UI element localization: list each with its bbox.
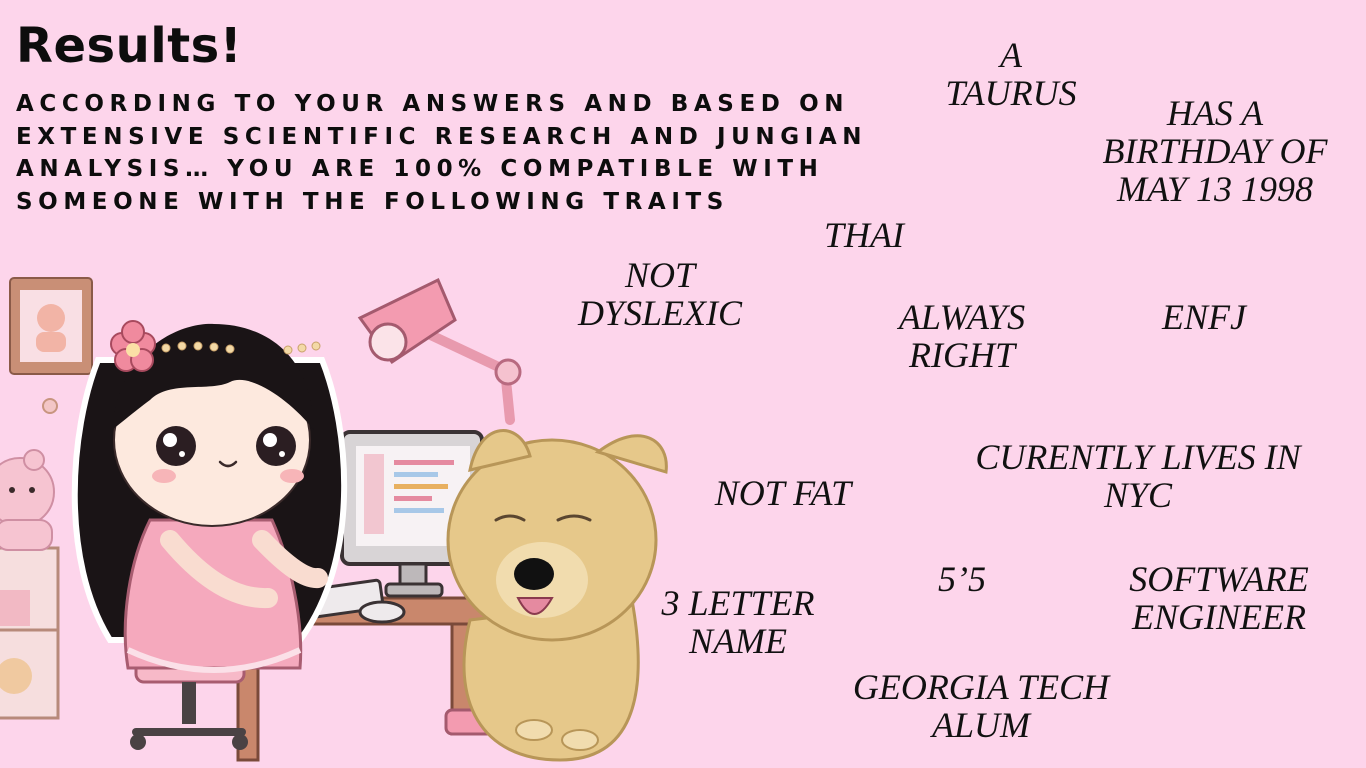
trait-height-label: 5’5	[938, 559, 986, 599]
chibi-girl-illustration	[71, 320, 348, 673]
trait-thai-label: THAI	[824, 215, 904, 255]
trait-school-line-2: ALUM	[932, 705, 1030, 745]
trait-lives-in-line-2: NYC	[1103, 475, 1173, 515]
trait-job: SOFTWARE ENGINEER	[1104, 560, 1334, 636]
trait-not-fat-label: NOT FAT	[714, 473, 852, 513]
wall-frame-icon	[9, 277, 93, 375]
shelf-icon	[0, 449, 60, 720]
hair-flower-icon	[110, 320, 156, 372]
wall-flower-icon	[42, 398, 58, 414]
trait-birthday-line-3: MAY 13 1998	[1116, 169, 1313, 209]
girl-and-dog-illustration	[0, 277, 668, 762]
trait-enfj: ENFJ	[1150, 298, 1258, 336]
trait-taurus-line-2: TAURUS	[945, 73, 1077, 113]
trait-always-right-line-2: RIGHT	[909, 335, 1015, 375]
trait-enfj-label: ENFJ	[1162, 297, 1246, 337]
trait-always-right: ALWAYS RIGHT	[876, 298, 1048, 374]
mouse-icon	[358, 600, 406, 624]
trait-lives-in-line-1: CURENTLY LIVES IN	[975, 437, 1301, 477]
dog-illustration	[446, 429, 668, 762]
trait-lives-in: CURENTLY LIVES IN NYC	[940, 438, 1336, 514]
page-title: Results!	[16, 18, 243, 74]
trait-job-line-1: SOFTWARE	[1129, 559, 1309, 599]
trait-always-right-line-1: ALWAYS	[898, 297, 1026, 337]
trait-school-line-1: GEORGIA TECH	[852, 667, 1110, 707]
trait-taurus-line-1: A	[1000, 35, 1022, 75]
chair-icon	[130, 658, 248, 750]
trait-school: GEORGIA TECH ALUM	[826, 668, 1136, 744]
trait-taurus: A TAURUS	[945, 35, 1076, 112]
trait-job-line-2: ENGINEER	[1132, 597, 1306, 637]
trait-birthday-line-1: HAS A	[1166, 93, 1264, 133]
trait-birthday: HAS A BIRTHDAY OF MAY 13 1998	[1080, 94, 1350, 208]
results-description: According to your answers and based on e…	[16, 91, 868, 215]
trait-thai: THAI	[810, 216, 918, 254]
trait-not-fat: NOT FAT	[684, 474, 882, 512]
trait-height: 5’5	[926, 560, 998, 598]
trait-birthday-line-2: BIRTHDAY OF	[1102, 131, 1328, 171]
